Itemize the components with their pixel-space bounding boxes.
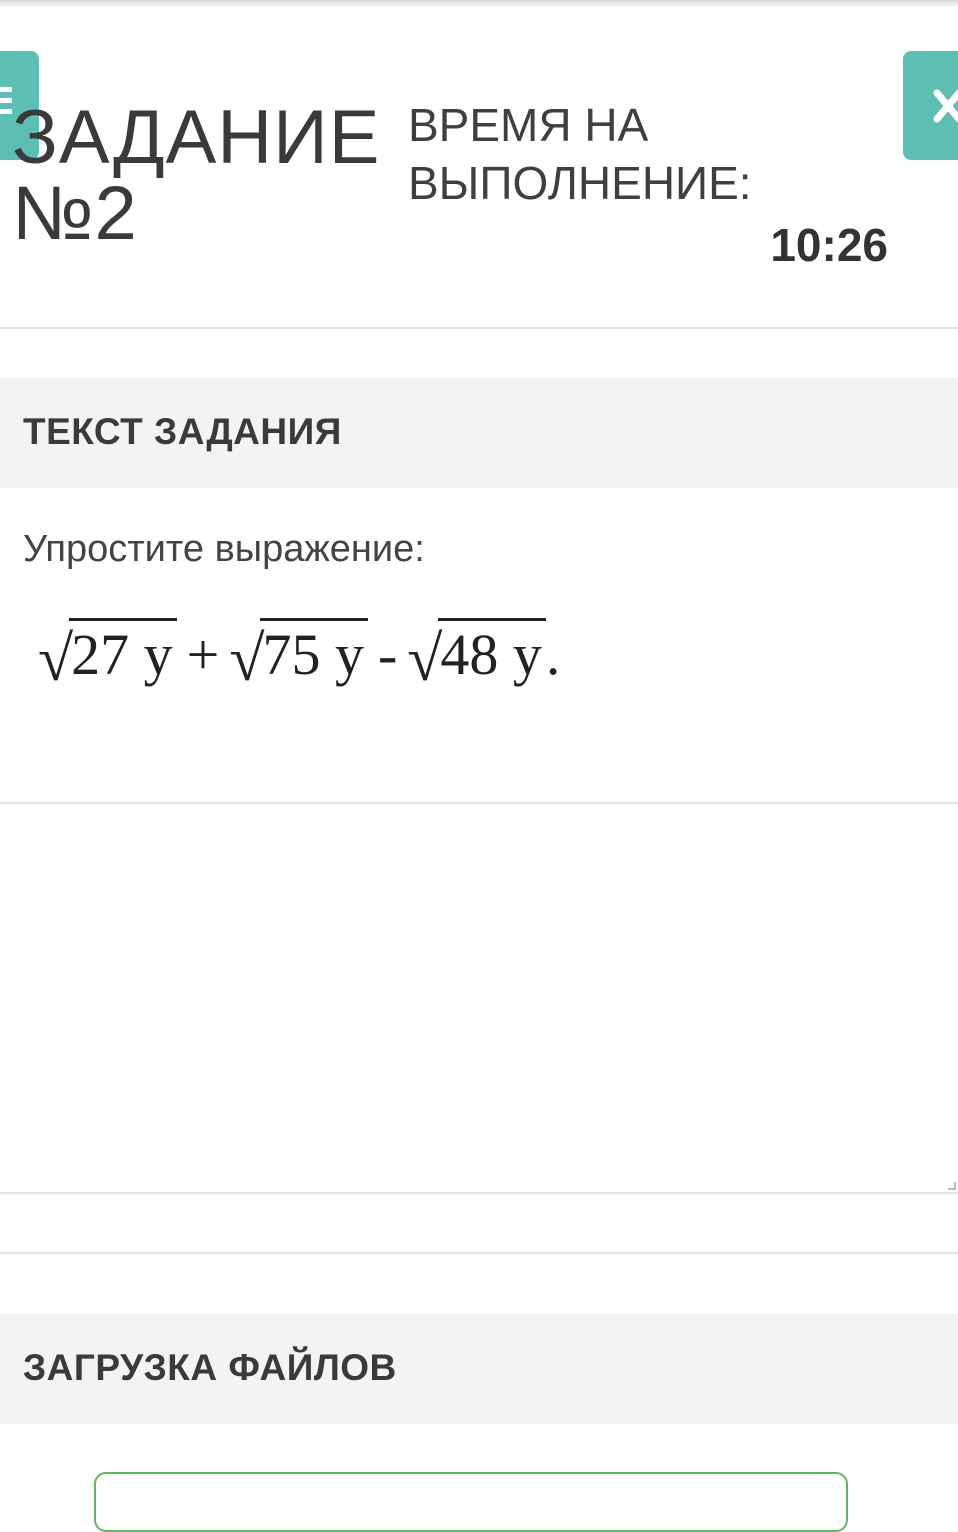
close-button[interactable]: [903, 51, 958, 160]
task-title: ЗАДАНИЕ №2: [12, 100, 380, 252]
time-label: ВРЕМЯ НА ВЫПОЛНЕНИЕ:: [408, 96, 752, 212]
math-expression: √27 y + √75 y - √48 y.: [38, 618, 560, 696]
upload-heading: ЗАГРУЗКА ФАЙЛОВ: [23, 1347, 397, 1388]
task-text-section-header: ТЕКСТ ЗАДАНИЯ: [0, 378, 958, 488]
sqrt-icon: √: [229, 623, 265, 694]
sqrt-icon: √: [407, 623, 443, 694]
sqrt-icon: √: [38, 623, 74, 694]
top-bar-shadow: [0, 0, 958, 8]
resize-handle-icon[interactable]: [948, 1182, 956, 1190]
radical-1: √27 y: [38, 618, 177, 696]
operator-plus: +: [186, 622, 220, 687]
formula-period: .: [545, 622, 561, 687]
countdown-timer: 10:26: [770, 219, 888, 271]
time-label-line1: ВРЕМЯ НА: [408, 99, 649, 151]
radicand-1: 27 y: [69, 618, 177, 688]
radicand-2: 75 y: [260, 618, 368, 688]
radical-3: √48 y: [407, 618, 546, 696]
task-text-heading: ТЕКСТ ЗАДАНИЯ: [23, 411, 342, 452]
section-divider: [0, 1252, 958, 1254]
task-title-line1: ЗАДАНИЕ: [12, 95, 381, 180]
file-upload-dropzone[interactable]: [94, 1472, 848, 1532]
hamburger-icon: [0, 87, 12, 120]
radicand-3: 48 y: [438, 618, 546, 688]
close-icon: [933, 89, 958, 123]
header-divider: [0, 327, 958, 329]
answer-textarea[interactable]: [0, 802, 958, 1194]
time-label-line2: ВЫПОЛНЕНИЕ:: [408, 157, 752, 209]
radical-2: √75 y: [229, 618, 368, 696]
upload-section-header: ЗАГРУЗКА ФАЙЛОВ: [0, 1314, 958, 1424]
task-instruction: Упростите выражение:: [23, 528, 425, 570]
task-number: №2: [12, 171, 138, 256]
operator-minus: -: [377, 622, 398, 687]
